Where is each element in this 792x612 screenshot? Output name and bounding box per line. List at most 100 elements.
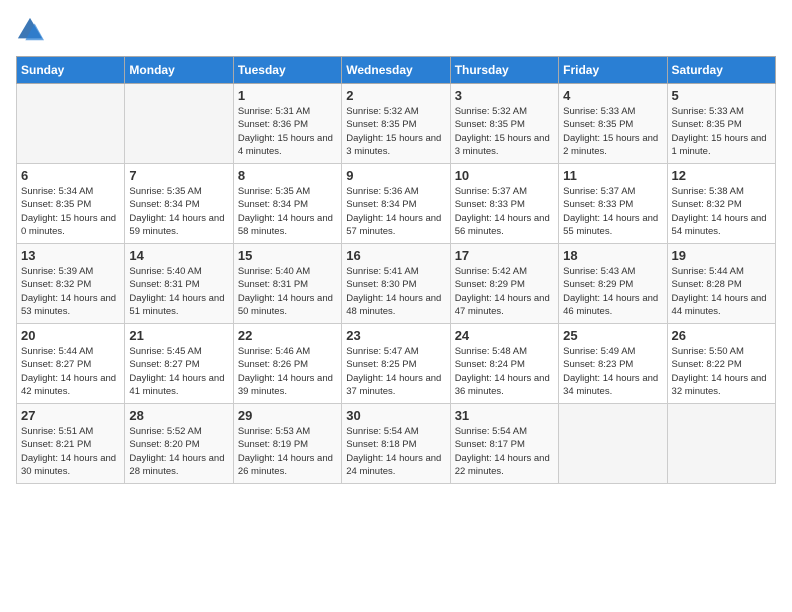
calendar-cell: 30 Sunrise: 5:54 AM Sunset: 8:18 PM Dayli… (342, 404, 450, 484)
logo (16, 16, 48, 44)
day-info: Sunrise: 5:34 AM Sunset: 8:35 PM Dayligh… (21, 185, 120, 238)
day-info: Sunrise: 5:32 AM Sunset: 8:35 PM Dayligh… (346, 105, 445, 158)
day-number: 14 (129, 248, 228, 263)
calendar-cell: 15 Sunrise: 5:40 AM Sunset: 8:31 PM Dayli… (233, 244, 341, 324)
days-header-row: SundayMondayTuesdayWednesdayThursdayFrid… (17, 57, 776, 84)
day-info: Sunrise: 5:43 AM Sunset: 8:29 PM Dayligh… (563, 265, 662, 318)
calendar-cell: 7 Sunrise: 5:35 AM Sunset: 8:34 PM Daylig… (125, 164, 233, 244)
day-header-thursday: Thursday (450, 57, 558, 84)
day-header-sunday: Sunday (17, 57, 125, 84)
calendar-cell: 5 Sunrise: 5:33 AM Sunset: 8:35 PM Daylig… (667, 84, 775, 164)
day-header-monday: Monday (125, 57, 233, 84)
day-number: 17 (455, 248, 554, 263)
day-info: Sunrise: 5:37 AM Sunset: 8:33 PM Dayligh… (563, 185, 662, 238)
calendar-cell: 8 Sunrise: 5:35 AM Sunset: 8:34 PM Daylig… (233, 164, 341, 244)
day-number: 19 (672, 248, 771, 263)
day-number: 1 (238, 88, 337, 103)
day-number: 16 (346, 248, 445, 263)
calendar-table: SundayMondayTuesdayWednesdayThursdayFrid… (16, 56, 776, 484)
day-number: 3 (455, 88, 554, 103)
calendar-cell: 29 Sunrise: 5:53 AM Sunset: 8:19 PM Dayli… (233, 404, 341, 484)
day-info: Sunrise: 5:50 AM Sunset: 8:22 PM Dayligh… (672, 345, 771, 398)
day-number: 18 (563, 248, 662, 263)
day-info: Sunrise: 5:35 AM Sunset: 8:34 PM Dayligh… (238, 185, 337, 238)
calendar-cell: 4 Sunrise: 5:33 AM Sunset: 8:35 PM Daylig… (559, 84, 667, 164)
day-number: 10 (455, 168, 554, 183)
calendar-cell: 3 Sunrise: 5:32 AM Sunset: 8:35 PM Daylig… (450, 84, 558, 164)
calendar-cell: 10Sunrise: 5:37 AM Sunset: 8:33 PM Dayli… (450, 164, 558, 244)
calendar-cell: 23 Sunrise: 5:47 AM Sunset: 8:25 PM Dayli… (342, 324, 450, 404)
calendar-cell: 18 Sunrise: 5:43 AM Sunset: 8:29 PM Dayli… (559, 244, 667, 324)
day-number: 22 (238, 328, 337, 343)
calendar-cell: 2 Sunrise: 5:32 AM Sunset: 8:35 PM Daylig… (342, 84, 450, 164)
day-number: 31 (455, 408, 554, 423)
day-number: 23 (346, 328, 445, 343)
day-header-tuesday: Tuesday (233, 57, 341, 84)
calendar-cell: 14 Sunrise: 5:40 AM Sunset: 8:31 PM Dayli… (125, 244, 233, 324)
day-info: Sunrise: 5:40 AM Sunset: 8:31 PM Dayligh… (129, 265, 228, 318)
day-info: Sunrise: 5:32 AM Sunset: 8:35 PM Dayligh… (455, 105, 554, 158)
day-info: Sunrise: 5:54 AM Sunset: 8:18 PM Dayligh… (346, 425, 445, 478)
day-info: Sunrise: 5:47 AM Sunset: 8:25 PM Dayligh… (346, 345, 445, 398)
day-header-saturday: Saturday (667, 57, 775, 84)
day-info: Sunrise: 5:39 AM Sunset: 8:32 PM Dayligh… (21, 265, 120, 318)
day-number: 20 (21, 328, 120, 343)
day-number: 8 (238, 168, 337, 183)
day-number: 30 (346, 408, 445, 423)
day-info: Sunrise: 5:52 AM Sunset: 8:20 PM Dayligh… (129, 425, 228, 478)
calendar-week-row: 13 Sunrise: 5:39 AM Sunset: 8:32 PM Dayli… (17, 244, 776, 324)
calendar-cell: 16 Sunrise: 5:41 AM Sunset: 8:30 PM Dayli… (342, 244, 450, 324)
page-header (16, 16, 776, 44)
calendar-cell: 26Sunrise: 5:50 AM Sunset: 8:22 PM Dayli… (667, 324, 775, 404)
day-number: 29 (238, 408, 337, 423)
day-number: 5 (672, 88, 771, 103)
calendar-week-row: 20Sunrise: 5:44 AM Sunset: 8:27 PM Dayli… (17, 324, 776, 404)
day-info: Sunrise: 5:41 AM Sunset: 8:30 PM Dayligh… (346, 265, 445, 318)
day-number: 2 (346, 88, 445, 103)
day-header-wednesday: Wednesday (342, 57, 450, 84)
day-info: Sunrise: 5:40 AM Sunset: 8:31 PM Dayligh… (238, 265, 337, 318)
calendar-cell: 13 Sunrise: 5:39 AM Sunset: 8:32 PM Dayli… (17, 244, 125, 324)
day-number: 6 (21, 168, 120, 183)
day-number: 28 (129, 408, 228, 423)
day-info: Sunrise: 5:38 AM Sunset: 8:32 PM Dayligh… (672, 185, 771, 238)
day-number: 24 (455, 328, 554, 343)
calendar-cell: 11Sunrise: 5:37 AM Sunset: 8:33 PM Dayli… (559, 164, 667, 244)
day-info: Sunrise: 5:48 AM Sunset: 8:24 PM Dayligh… (455, 345, 554, 398)
calendar-cell: 1Sunrise: 5:31 AM Sunset: 8:36 PM Daylig… (233, 84, 341, 164)
day-info: Sunrise: 5:51 AM Sunset: 8:21 PM Dayligh… (21, 425, 120, 478)
day-number: 4 (563, 88, 662, 103)
day-number: 9 (346, 168, 445, 183)
day-info: Sunrise: 5:45 AM Sunset: 8:27 PM Dayligh… (129, 345, 228, 398)
calendar-week-row: 6 Sunrise: 5:34 AM Sunset: 8:35 PM Daylig… (17, 164, 776, 244)
calendar-cell: 19 Sunrise: 5:44 AM Sunset: 8:28 PM Dayli… (667, 244, 775, 324)
day-info: Sunrise: 5:35 AM Sunset: 8:34 PM Dayligh… (129, 185, 228, 238)
day-info: Sunrise: 5:33 AM Sunset: 8:35 PM Dayligh… (672, 105, 771, 158)
calendar-cell: 6 Sunrise: 5:34 AM Sunset: 8:35 PM Daylig… (17, 164, 125, 244)
calendar-cell (667, 404, 775, 484)
calendar-cell (559, 404, 667, 484)
calendar-cell: 27 Sunrise: 5:51 AM Sunset: 8:21 PM Dayli… (17, 404, 125, 484)
day-info: Sunrise: 5:44 AM Sunset: 8:28 PM Dayligh… (672, 265, 771, 318)
calendar-cell: 12 Sunrise: 5:38 AM Sunset: 8:32 PM Dayli… (667, 164, 775, 244)
day-info: Sunrise: 5:33 AM Sunset: 8:35 PM Dayligh… (563, 105, 662, 158)
calendar-week-row: 27 Sunrise: 5:51 AM Sunset: 8:21 PM Dayli… (17, 404, 776, 484)
logo-icon (16, 16, 44, 44)
calendar-cell: 20Sunrise: 5:44 AM Sunset: 8:27 PM Dayli… (17, 324, 125, 404)
calendar-cell: 31 Sunrise: 5:54 AM Sunset: 8:17 PM Dayli… (450, 404, 558, 484)
day-info: Sunrise: 5:53 AM Sunset: 8:19 PM Dayligh… (238, 425, 337, 478)
day-info: Sunrise: 5:49 AM Sunset: 8:23 PM Dayligh… (563, 345, 662, 398)
calendar-cell: 17Sunrise: 5:42 AM Sunset: 8:29 PM Dayli… (450, 244, 558, 324)
day-info: Sunrise: 5:54 AM Sunset: 8:17 PM Dayligh… (455, 425, 554, 478)
calendar-cell: 25 Sunrise: 5:49 AM Sunset: 8:23 PM Dayli… (559, 324, 667, 404)
day-info: Sunrise: 5:46 AM Sunset: 8:26 PM Dayligh… (238, 345, 337, 398)
day-info: Sunrise: 5:36 AM Sunset: 8:34 PM Dayligh… (346, 185, 445, 238)
day-number: 13 (21, 248, 120, 263)
day-number: 27 (21, 408, 120, 423)
day-number: 7 (129, 168, 228, 183)
calendar-cell: 24 Sunrise: 5:48 AM Sunset: 8:24 PM Dayli… (450, 324, 558, 404)
calendar-cell (17, 84, 125, 164)
day-number: 25 (563, 328, 662, 343)
day-number: 12 (672, 168, 771, 183)
day-number: 15 (238, 248, 337, 263)
